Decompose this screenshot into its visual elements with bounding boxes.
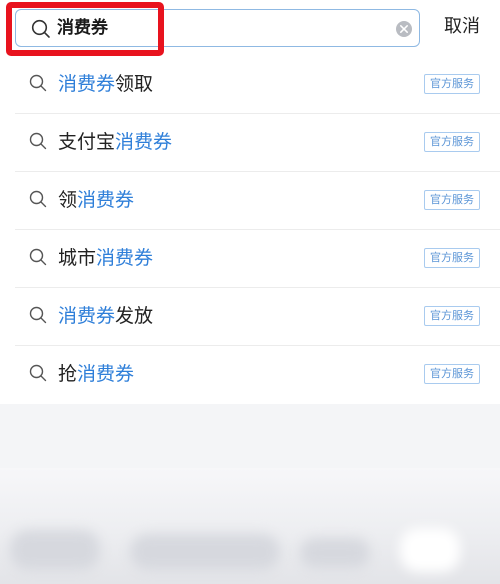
suggestion-text: 抢消费券 [58, 363, 135, 385]
clear-icon[interactable] [396, 21, 412, 37]
suggestion-item[interactable]: 消费券领取 官方服务 [0, 56, 500, 114]
blurred-shape [130, 534, 280, 570]
search-bar: 消费券 取消 [0, 0, 500, 56]
search-query-text: 消费券 [57, 18, 108, 38]
search-input[interactable]: 消费券 [15, 9, 420, 47]
search-icon [29, 306, 47, 328]
suggestion-list: 消费券领取 官方服务 支付宝消费券 官方服务 领消费券 官方服务 城市消费券 官… [0, 56, 500, 404]
suggestion-text: 支付宝消费券 [58, 131, 173, 153]
search-icon [31, 19, 51, 43]
cancel-button[interactable]: 取消 [444, 16, 480, 38]
search-icon [29, 74, 47, 96]
official-service-badge: 官方服务 [424, 364, 480, 384]
suggestion-text: 领消费券 [58, 189, 135, 211]
official-service-badge: 官方服务 [424, 306, 480, 326]
suggestion-item[interactable]: 领消费券 官方服务 [0, 172, 500, 230]
official-service-badge: 官方服务 [424, 74, 480, 94]
blurred-shape [300, 538, 370, 568]
official-service-badge: 官方服务 [424, 132, 480, 152]
suggestion-item[interactable]: 支付宝消费券 官方服务 [0, 114, 500, 172]
suggestion-text: 消费券领取 [58, 73, 154, 95]
suggestion-text: 城市消费券 [58, 247, 154, 269]
blurred-shape [10, 530, 100, 570]
official-service-badge: 官方服务 [424, 190, 480, 210]
blurred-shape [400, 528, 460, 572]
official-service-badge: 官方服务 [424, 248, 480, 268]
suggestion-item[interactable]: 消费券发放 官方服务 [0, 288, 500, 346]
suggestion-item[interactable]: 抢消费券 官方服务 [0, 346, 500, 404]
search-icon [29, 248, 47, 270]
search-icon [29, 190, 47, 212]
search-icon [29, 364, 47, 386]
empty-area [0, 404, 500, 468]
blurred-keyboard-area [0, 468, 500, 584]
suggestion-text: 消费券发放 [58, 305, 154, 327]
suggestion-item[interactable]: 城市消费券 官方服务 [0, 230, 500, 288]
search-icon [29, 132, 47, 154]
